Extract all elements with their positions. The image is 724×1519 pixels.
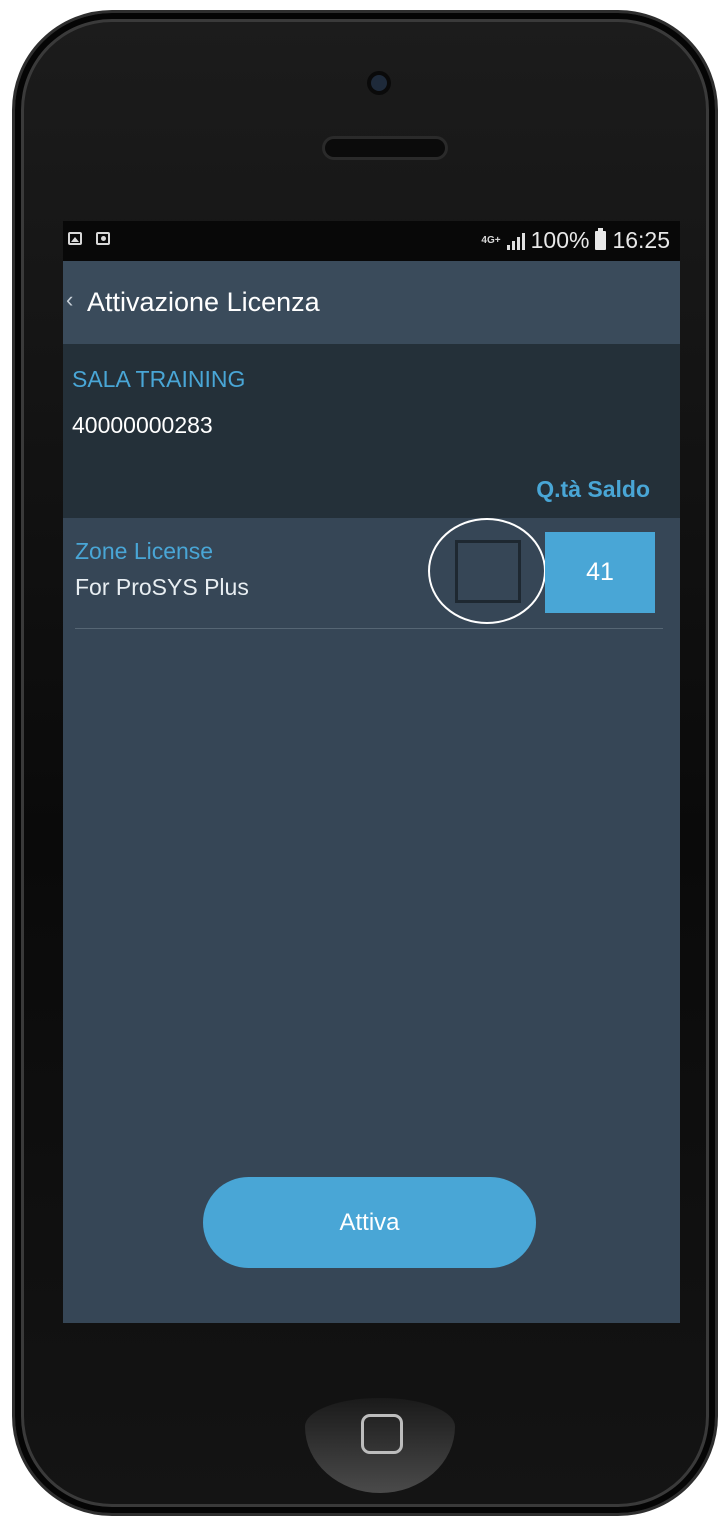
front-camera [371, 75, 387, 91]
earpiece-speaker [325, 139, 445, 157]
license-checkbox[interactable] [455, 540, 521, 603]
home-square-icon [361, 1414, 403, 1454]
site-info-panel: SALA TRAINING 40000000283 Q.tà Saldo [63, 344, 680, 518]
screenshot-icon [96, 232, 110, 245]
clock: 16:25 [612, 227, 670, 253]
battery-percent: 100% [530, 227, 590, 253]
home-button[interactable] [305, 1398, 455, 1493]
site-name: SALA TRAINING [72, 366, 246, 392]
license-name: Zone License [75, 538, 214, 564]
back-chevron-icon[interactable]: ‹ [66, 287, 73, 313]
activate-button[interactable]: Attiva [203, 1177, 536, 1268]
license-quantity[interactable]: 41 [545, 532, 655, 613]
license-description: For ProSYS Plus [75, 574, 249, 600]
network-type: 4G+ [481, 235, 501, 246]
app-screen: 4G+ 100% 16:25 ‹ Attivazione Licenza SAL… [63, 221, 680, 1323]
status-bar: 4G+ 100% 16:25 [63, 221, 680, 261]
app-bar: ‹ Attivazione Licenza [63, 261, 680, 344]
page-title: Attivazione Licenza [87, 287, 320, 317]
quantity-balance-header: Q.tà Saldo [536, 476, 650, 502]
signal-icon [506, 232, 525, 250]
battery-icon [595, 228, 607, 250]
gallery-icon [68, 232, 82, 245]
license-row: Zone License For ProSYS Plus 41 [75, 518, 663, 629]
site-code: 40000000283 [72, 412, 213, 438]
